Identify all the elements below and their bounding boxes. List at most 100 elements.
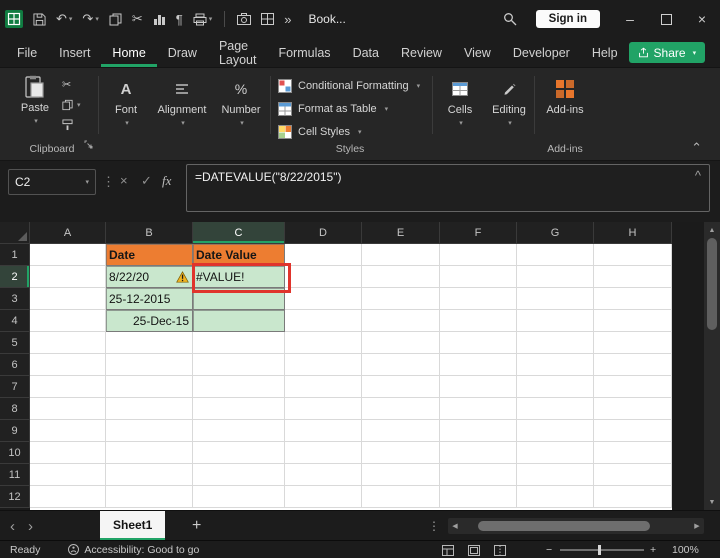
cell-H8[interactable]	[594, 398, 672, 420]
row-header-5[interactable]: 5	[0, 332, 30, 354]
cell-B2[interactable]: 8/22/20	[106, 266, 193, 288]
number-group-button[interactable]: % Number ▾	[216, 77, 266, 127]
horizontal-scrollbar-thumb[interactable]	[478, 521, 650, 531]
cell-H6[interactable]	[594, 354, 672, 376]
sheet-nav-right-icon[interactable]: ›	[28, 511, 33, 541]
cell-E5[interactable]	[362, 332, 440, 354]
copy-button[interactable]: ▾	[62, 97, 81, 112]
cell-H3[interactable]	[594, 288, 672, 310]
cell-B8[interactable]	[106, 398, 193, 420]
cells-group-button[interactable]: Cells ▾	[438, 77, 482, 127]
cut-icon[interactable]: ✂	[127, 6, 148, 32]
cell-E9[interactable]	[362, 420, 440, 442]
cell-F6[interactable]	[440, 354, 517, 376]
row-header-11[interactable]: 11	[0, 464, 30, 486]
row-header-6[interactable]: 6	[0, 354, 30, 376]
cell-B11[interactable]	[106, 464, 193, 486]
font-group-button[interactable]: A Font ▾	[104, 77, 148, 128]
enter-icon[interactable]: ✓	[141, 173, 152, 189]
camera-icon[interactable]	[232, 6, 256, 32]
borders-grid-icon[interactable]	[256, 6, 279, 32]
conditional-formatting-button[interactable]: Conditional Formatting ▾	[278, 74, 420, 97]
copy-icon[interactable]	[104, 6, 127, 32]
cell-C7[interactable]	[193, 376, 285, 398]
insert-function-button[interactable]: fx	[162, 173, 171, 189]
tab-data[interactable]: Data	[342, 38, 390, 67]
addins-button[interactable]: Add-ins	[540, 77, 590, 116]
format-painter-button[interactable]	[62, 117, 81, 132]
cell-A4[interactable]	[30, 310, 106, 332]
cell-C10[interactable]	[193, 442, 285, 464]
cell-H4[interactable]	[594, 310, 672, 332]
cell-D6[interactable]	[285, 354, 362, 376]
name-box[interactable]: C2 ▾	[8, 169, 96, 195]
scroll-down-icon[interactable]: ▼	[704, 496, 720, 508]
zoom-in-button[interactable]: +	[650, 541, 656, 558]
chart-icon[interactable]	[148, 6, 171, 32]
cell-C12[interactable]	[193, 486, 285, 508]
sheet-nav-left-icon[interactable]: ‹	[10, 511, 15, 541]
tab-help[interactable]: Help	[581, 38, 629, 67]
cell-D11[interactable]	[285, 464, 362, 486]
cut-button[interactable]: ✂	[62, 77, 81, 92]
cell-E2[interactable]	[362, 266, 440, 288]
save-icon[interactable]	[28, 6, 51, 32]
cell-H11[interactable]	[594, 464, 672, 486]
cell-B9[interactable]	[106, 420, 193, 442]
cell-A3[interactable]	[30, 288, 106, 310]
row-header-1[interactable]: 1	[0, 244, 30, 266]
cell-F12[interactable]	[440, 486, 517, 508]
cell-G9[interactable]	[517, 420, 594, 442]
scroll-up-icon[interactable]: ▲	[704, 224, 720, 236]
page-layout-view-icon[interactable]	[468, 544, 480, 556]
cell-A10[interactable]	[30, 442, 106, 464]
cell-A1[interactable]	[30, 244, 106, 266]
cell-A6[interactable]	[30, 354, 106, 376]
undo-button[interactable]: ↶ ▾	[51, 6, 77, 32]
search-icon[interactable]	[498, 6, 522, 32]
tab-page-layout[interactable]: Page Layout	[208, 38, 268, 67]
row-header-3[interactable]: 3	[0, 288, 30, 310]
tab-view[interactable]: View	[453, 38, 502, 67]
share-button[interactable]: Share ▾	[628, 42, 706, 63]
cell-G5[interactable]	[517, 332, 594, 354]
maximize-button[interactable]	[648, 0, 684, 38]
cell-F8[interactable]	[440, 398, 517, 420]
cell-G8[interactable]	[517, 398, 594, 420]
zoom-level[interactable]: 100%	[672, 541, 699, 558]
close-button[interactable]: ×	[684, 0, 720, 38]
cell-E1[interactable]	[362, 244, 440, 266]
cell-F5[interactable]	[440, 332, 517, 354]
cell-G11[interactable]	[517, 464, 594, 486]
formula-input[interactable]: =DATEVALUE("8/22/2015") ^	[186, 164, 710, 212]
tab-review[interactable]: Review	[390, 38, 453, 67]
cell-C9[interactable]	[193, 420, 285, 442]
column-header-H[interactable]: H	[594, 222, 672, 244]
cell-H7[interactable]	[594, 376, 672, 398]
cell-F4[interactable]	[440, 310, 517, 332]
row-header-2[interactable]: 2	[0, 266, 30, 288]
cell-C11[interactable]	[193, 464, 285, 486]
cell-G3[interactable]	[517, 288, 594, 310]
tab-draw[interactable]: Draw	[157, 38, 208, 67]
cell-C5[interactable]	[193, 332, 285, 354]
cell-D7[interactable]	[285, 376, 362, 398]
cell-D8[interactable]	[285, 398, 362, 420]
column-header-F[interactable]: F	[440, 222, 517, 244]
column-header-B[interactable]: B	[106, 222, 193, 244]
cell-E4[interactable]	[362, 310, 440, 332]
cell-H5[interactable]	[594, 332, 672, 354]
row-header-4[interactable]: 4	[0, 310, 30, 332]
clipboard-dialog-launcher-icon[interactable]	[84, 136, 93, 154]
cell-F2[interactable]	[440, 266, 517, 288]
cell-G1[interactable]	[517, 244, 594, 266]
cell-B7[interactable]	[106, 376, 193, 398]
cell-G2[interactable]	[517, 266, 594, 288]
cell-G10[interactable]	[517, 442, 594, 464]
cell-D10[interactable]	[285, 442, 362, 464]
cell-A2[interactable]	[30, 266, 106, 288]
column-header-E[interactable]: E	[362, 222, 440, 244]
cell-H2[interactable]	[594, 266, 672, 288]
cell-B1[interactable]: Date	[106, 244, 193, 266]
paste-button[interactable]: Paste ▾	[12, 75, 58, 125]
